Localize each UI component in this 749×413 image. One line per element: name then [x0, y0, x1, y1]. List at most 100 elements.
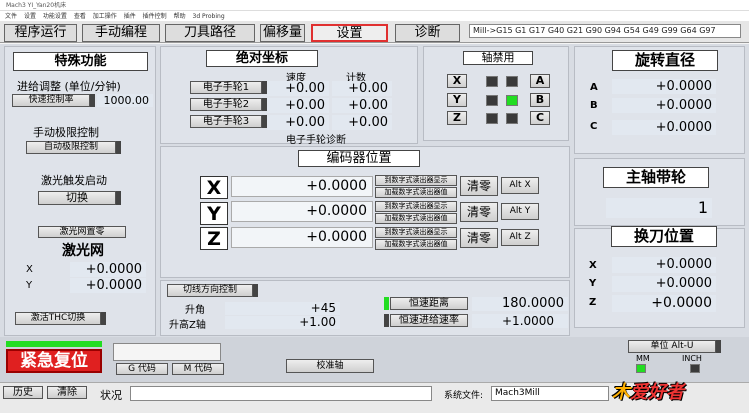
clear-button[interactable]: 清除 [47, 386, 87, 399]
mcode-button[interactable]: M 代码 [172, 363, 224, 375]
encoder-z-zero-button[interactable]: 清零 [460, 228, 498, 248]
const-dist-button[interactable]: 恒速距离 [390, 297, 468, 310]
feed-label: 进给调整 (单位/分钟) [17, 80, 121, 93]
laser-zero-button[interactable]: 激光网置零 [38, 226, 126, 238]
unit-led [716, 340, 721, 353]
gcode-button[interactable]: G 代码 [116, 363, 168, 375]
estop-reset-button[interactable]: 紧急复位 [6, 349, 102, 373]
encoder-x-alt-button[interactable]: Alt X [501, 177, 539, 194]
fast-control-led [90, 94, 95, 107]
menu-item-function[interactable]: 功能设置 [43, 13, 67, 20]
calibrate-axis-button[interactable]: 校准轴 [286, 359, 374, 373]
tc-y-label: Y [589, 278, 597, 289]
const-dist-led [384, 297, 389, 310]
encoder-x-value: +0.0000 [231, 176, 373, 197]
fast-control-button[interactable]: 快速控制率 [12, 94, 90, 107]
menu-bar: 文件 设置 功能设置 查看 加工操作 插件 插件控制 帮助 3d Probing [0, 11, 749, 21]
tc-y-value: +0.0000 [612, 276, 716, 292]
unit-toggle-button[interactable]: 单位 Alt-U [628, 340, 716, 353]
lock-c-button[interactable]: C [530, 111, 550, 125]
switch-button[interactable]: 切换 [38, 191, 116, 205]
menu-item-view[interactable]: 查看 [74, 13, 86, 20]
rot-c-label: C [590, 121, 598, 132]
menu-item-plugins[interactable]: 插件 [124, 13, 136, 20]
menu-item-file[interactable]: 文件 [5, 13, 17, 20]
lock-a-button[interactable]: A [530, 74, 550, 88]
encoder-y-zero-button[interactable]: 清零 [460, 202, 498, 222]
menu-item-help[interactable]: 帮助 [174, 13, 186, 20]
encoder-z-alt-button[interactable]: Alt Z [501, 229, 539, 246]
mpg3-button[interactable]: 电子手轮3 [190, 115, 262, 128]
laser-y-label: Y [26, 280, 33, 291]
inch-led [690, 364, 700, 373]
tc-x-value: +0.0000 [612, 257, 716, 273]
encoder-title: 编码器位置 [298, 150, 420, 167]
const-feed-value: +1.0000 [472, 314, 568, 328]
jog-limit-label: 手动极限控制 [33, 126, 99, 139]
toolchange-title: 换刀位置 [611, 226, 717, 247]
lock-c-led [506, 113, 518, 124]
tc-z-label: Z [589, 297, 597, 308]
encoder-z-to-dro[interactable]: 到数字式读出器显示 [375, 227, 457, 238]
mpg3-count: +0.00 [332, 115, 392, 130]
lock-b-button[interactable]: B [530, 93, 550, 107]
const-feed-button[interactable]: 恒速进给速率 [390, 314, 468, 327]
tab-offsets[interactable]: 偏移量 [260, 24, 305, 42]
const-feed-led [384, 314, 389, 327]
feed-value: 1000.00 [97, 94, 153, 107]
lock-z-led [486, 113, 498, 124]
tab-manual[interactable]: 手动编程 [82, 24, 160, 42]
lock-y-led [486, 95, 498, 106]
encoder-x-load-dro[interactable]: 加载数字式读出器值 [375, 187, 457, 198]
status-text-field [130, 386, 432, 401]
tab-settings[interactable]: 设置 [311, 24, 388, 42]
mpg2-count: +0.00 [332, 98, 392, 113]
mpg2-button[interactable]: 电子手轮2 [190, 98, 262, 111]
tab-diagnostics[interactable]: 诊断 [395, 24, 460, 42]
encoder-z-load-dro[interactable]: 加载数字式读出器值 [375, 239, 457, 250]
rot-b-label: B [590, 100, 598, 111]
title-bar: Mach3 YI_Yan20机床 [0, 0, 749, 11]
lock-x-button[interactable]: X [447, 74, 467, 88]
encoder-y-to-dro[interactable]: 到数字式读出器显示 [375, 201, 457, 212]
laser-y-value: +0.0000 [70, 278, 146, 293]
thc-toggle-button[interactable]: 激活THC切换 [15, 312, 101, 325]
mpg1-button[interactable]: 电子手轮1 [190, 81, 262, 94]
laser-trigger-label: 激光触发启动 [41, 174, 107, 187]
encoder-x-zero-button[interactable]: 清零 [460, 176, 498, 196]
lift-z-label: 升高Z轴 [169, 320, 206, 331]
lift-z-value: +1.00 [225, 316, 340, 329]
rot-c-value: +0.0000 [612, 120, 716, 135]
menu-item-3d-probing[interactable]: 3d Probing [193, 13, 225, 20]
auto-limit-led [116, 141, 121, 154]
laser-net-label: 激光网 [62, 243, 104, 259]
lock-y-button[interactable]: Y [447, 93, 467, 107]
encoder-y-value: +0.0000 [231, 201, 373, 222]
rot-b-value: +0.0000 [612, 98, 716, 113]
tab-toolpath[interactable]: 刀具路径 [165, 24, 255, 42]
lock-z-button[interactable]: Z [447, 111, 467, 125]
encoder-y-alt-button[interactable]: Alt Y [501, 203, 539, 220]
logo-wood-icon: 木 [612, 382, 630, 403]
encoder-x-axis: X [200, 176, 228, 199]
menu-item-operation[interactable]: 加工操作 [93, 13, 117, 20]
encoder-y-axis: Y [200, 202, 228, 225]
special-title: 特殊功能 [13, 52, 148, 71]
menu-item-plugin-control[interactable]: 插件控制 [143, 13, 167, 20]
tc-z-value: +0.0000 [612, 295, 716, 312]
gcode-status-line: Mill->G15 G1 G17 G40 G21 G90 G94 G54 G49… [469, 24, 741, 38]
mm-label: MM [636, 354, 650, 363]
switch-led [116, 191, 121, 205]
auto-limit-button[interactable]: 自动极限控制 [26, 141, 116, 154]
menu-item-settings[interactable]: 设置 [24, 13, 36, 20]
cutline-direction-button[interactable]: 切线方向控制 [167, 284, 253, 297]
encoder-x-to-dro[interactable]: 到数字式读出器显示 [375, 175, 457, 186]
tab-program-run[interactable]: 程序运行 [4, 24, 77, 42]
file-value: Mach3Mill [491, 386, 609, 401]
watermark-logo: 木爱好者 [612, 378, 738, 408]
spindle-pulley-value: 1 [606, 198, 712, 218]
thc-toggle-led [101, 312, 106, 325]
history-button[interactable]: 历史 [3, 386, 43, 399]
mpg1-speed: +0.00 [267, 81, 329, 96]
encoder-y-load-dro[interactable]: 加载数字式读出器值 [375, 213, 457, 224]
